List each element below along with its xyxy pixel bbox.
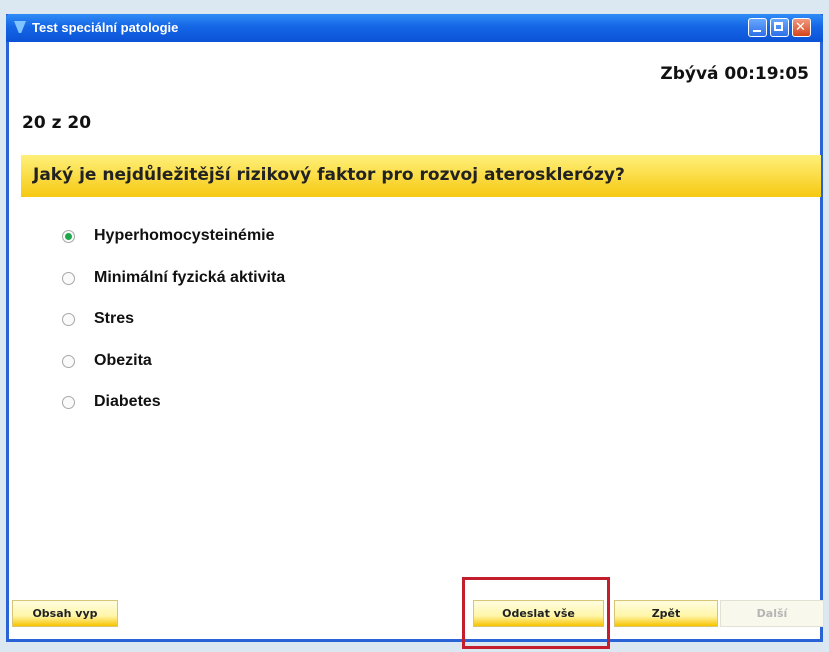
window-titlebar[interactable]: Test speciální patologie ✕ [6, 14, 823, 42]
highlight-box [462, 577, 610, 649]
answer-label[interactable]: Stres [94, 307, 134, 331]
close-icon: ✕ [795, 20, 806, 35]
answer-options: Hyperhomocysteinémie Minimální fyzická a… [62, 224, 285, 432]
answer-label[interactable]: Minimální fyzická aktivita [94, 266, 285, 290]
maximize-button[interactable] [770, 18, 789, 37]
window-title: Test speciální patologie [32, 20, 179, 35]
radio-button[interactable] [62, 271, 75, 285]
next-button[interactable]: Další [720, 600, 824, 627]
close-button[interactable]: ✕ [792, 18, 811, 37]
time-remaining: Zbývá 00:19:05 [660, 64, 809, 84]
answer-option[interactable]: Stres [62, 307, 285, 349]
question-banner: Jaký je nejdůležitější rizikový faktor p… [21, 155, 821, 197]
minimize-icon [753, 30, 761, 32]
answer-option[interactable]: Diabetes [62, 390, 285, 432]
back-button[interactable]: Zpět [614, 600, 718, 627]
answer-option[interactable]: Obezita [62, 349, 285, 391]
maximize-icon [774, 22, 783, 31]
question-text: Jaký je nejdůležitější rizikový faktor p… [33, 165, 625, 185]
minimize-button[interactable] [748, 18, 767, 37]
radio-button[interactable] [62, 354, 75, 368]
app-icon [14, 21, 26, 33]
contents-button[interactable]: Obsah vyp [12, 600, 118, 627]
answer-label[interactable]: Diabetes [94, 390, 161, 414]
question-counter: 20 z 20 [22, 113, 92, 133]
radio-button[interactable] [62, 396, 75, 409]
radio-button[interactable] [62, 230, 75, 243]
answer-label[interactable]: Obezita [94, 349, 152, 373]
answer-option[interactable]: Minimální fyzická aktivita [62, 266, 285, 308]
answer-option[interactable]: Hyperhomocysteinémie [62, 224, 285, 266]
answer-label[interactable]: Hyperhomocysteinémie [94, 224, 275, 248]
radio-button[interactable] [62, 313, 75, 326]
